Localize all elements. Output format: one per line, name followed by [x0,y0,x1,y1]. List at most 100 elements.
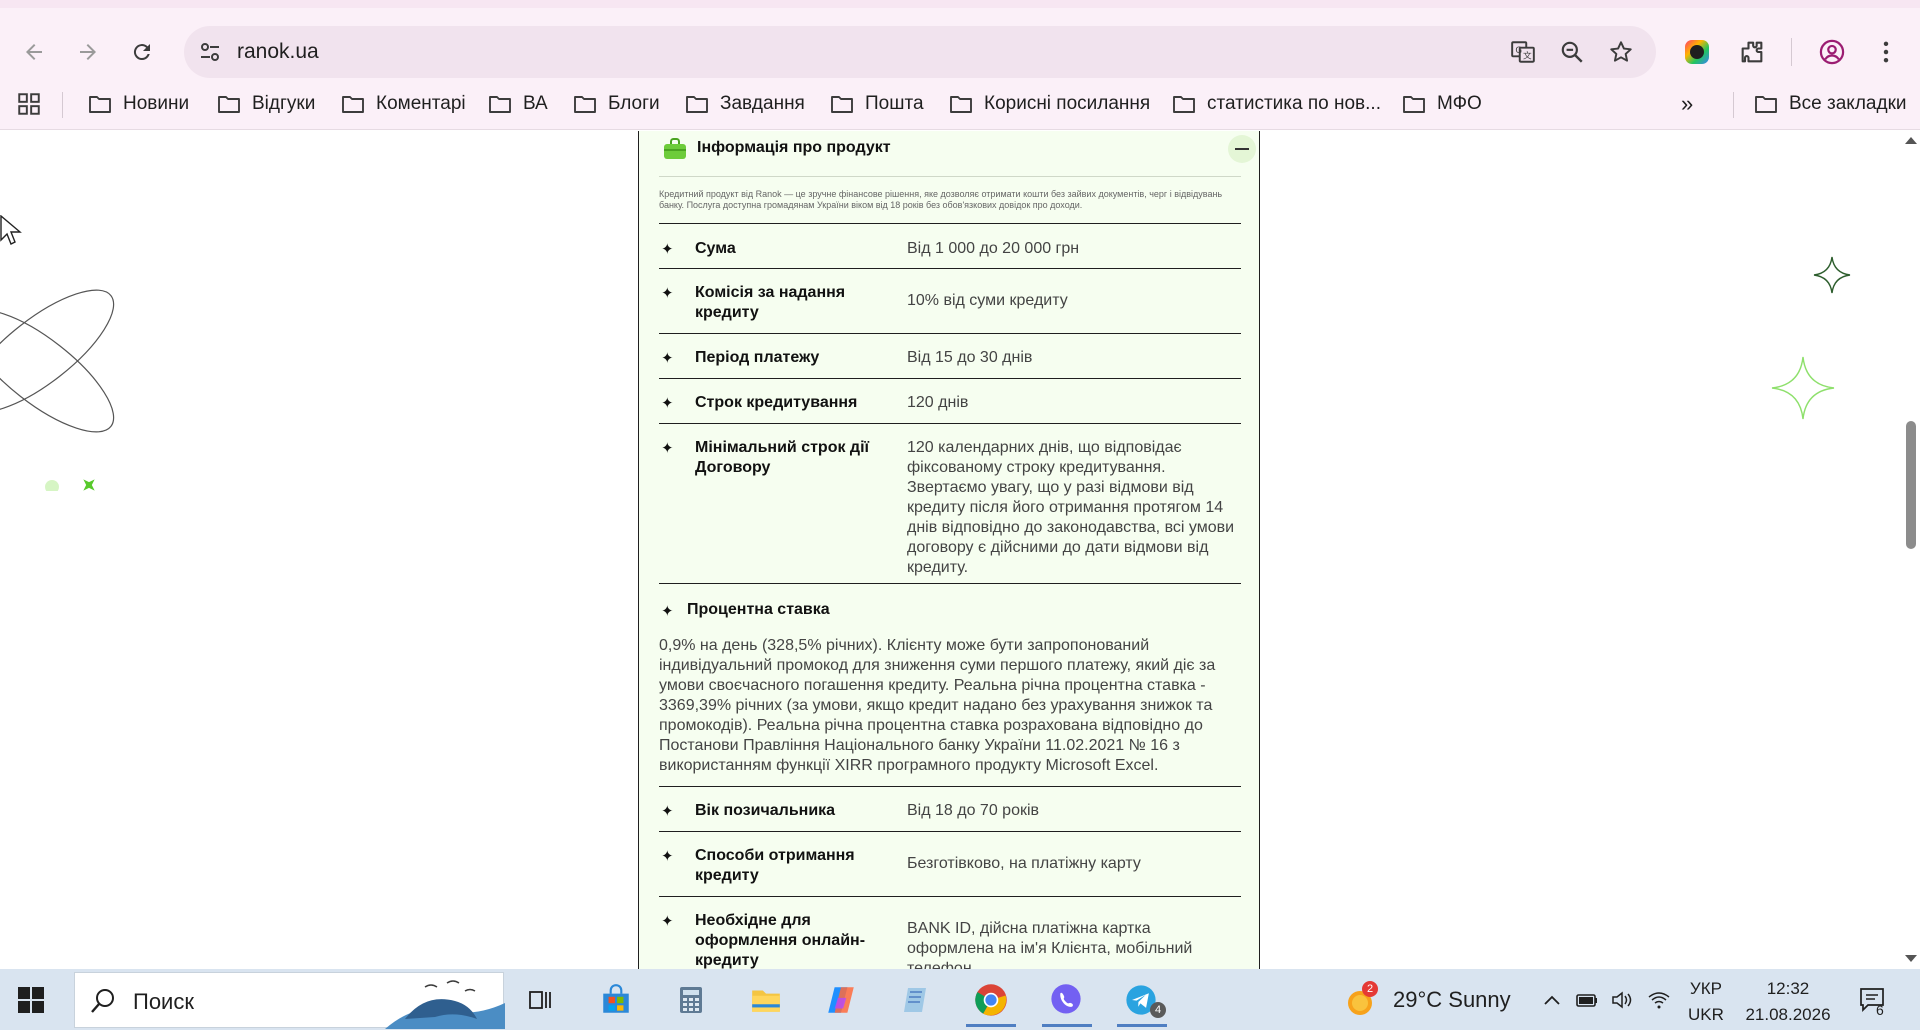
volume-icon[interactable] [1610,989,1634,1011]
bookmark-label: Коментарі [376,93,466,114]
bookmark-label: Пошта [865,93,924,114]
folder-icon [686,96,708,113]
bookmark-folder[interactable]: Блоги [573,88,660,120]
bookmark-folder[interactable]: Завдання [685,88,805,120]
puzzle-icon [1741,41,1763,63]
page-scrollbar[interactable] [1902,131,1920,969]
term-value: Від 1 000 до 20 000 грн [907,240,1080,257]
folder-icon [950,96,972,113]
extension-colorful-button[interactable] [1681,36,1713,68]
bookmark-folder[interactable]: Новини [88,88,189,120]
copilot-icon [828,987,854,1013]
term-value: Від 15 до 30 днів [907,349,1033,366]
bullet-icon: ✦ [661,440,674,457]
term-value: Безготівково, на платіжну карту [907,855,1141,872]
bookmark-label: Корисні посилання [984,93,1151,114]
zoom-button[interactable] [1558,38,1586,66]
term-name: Вік позичальника [695,802,836,819]
url-text[interactable]: ranok.ua [237,40,319,64]
term-row: ✦ Комісія за надання кредиту 10% від суми … [659,269,1241,334]
weather-text[interactable]: 29°C Sunny [1393,987,1511,1013]
taskbar-copilot[interactable] [817,977,865,1023]
color-picker-extension-icon [1685,40,1709,64]
term-row: ✦ Сума Від 1 000 до 20 000 грн [659,224,1241,269]
clock-date: 21.08.2026 [1745,1005,1831,1024]
bookmarks-overflow-button[interactable]: » [1681,88,1693,120]
bookmark-folder[interactable]: МФО [1402,88,1482,120]
system-clock[interactable]: 12:32 21.08.2026 [1740,976,1836,1028]
viber-icon [1051,984,1081,1014]
reload-button[interactable] [124,34,160,70]
scroll-up-arrow-icon[interactable] [1905,137,1917,144]
taskbar-notepad[interactable] [892,977,940,1023]
translate-icon: G 文 [1511,41,1535,63]
bookmark-label: ВА [523,93,548,114]
language-code: УКР [1689,979,1722,998]
bookmark-folder[interactable]: ВА [488,88,548,120]
all-bookmarks-label: Все закладки [1789,93,1907,114]
product-info-card: Інформація про продукт Кредитний продукт… [638,131,1260,969]
svg-text:G: G [1515,46,1522,56]
input-language[interactable]: УКР UKR [1688,976,1724,1028]
taskbar-viber[interactable] [1042,977,1090,1023]
microsoft-store-icon [603,984,629,1013]
weather-alert-badge: 2 [1362,981,1378,997]
bookmark-label: Новини [123,93,190,114]
extensions-button[interactable] [1736,36,1768,68]
kebab-menu-icon [1883,41,1889,63]
all-bookmarks-button[interactable]: Все закладки [1754,88,1907,120]
menu-button[interactable] [1870,36,1902,68]
scroll-down-arrow-icon[interactable] [1905,955,1917,962]
bookmark-folder[interactable]: статистика по нов... [1172,88,1381,120]
apps-button[interactable] [16,88,42,120]
green-sparkle-icon [83,479,95,491]
translate-button[interactable]: G 文 [1509,38,1537,66]
bullet-icon: ✦ [661,848,674,865]
bookmark-label: МФО [1437,93,1482,114]
term-value: 120 календарних днів, що відповідає фікс… [907,439,1235,576]
folder-icon [831,96,853,113]
bullet-icon: ✦ [661,241,674,258]
telegram-running-indicator [1117,1024,1167,1027]
arrow-right-icon [80,44,96,60]
bookmark-label: Відгуки [252,93,316,114]
battery-icon[interactable] [1575,989,1599,1011]
bookmark-folder[interactable]: Коментарі [341,88,466,120]
windows-start-icon[interactable] [18,987,44,1013]
task-view-button[interactable] [516,977,564,1023]
orbit-decoration [0,289,115,491]
bookmark-folder[interactable]: Корисні посилання [949,88,1150,120]
scrollbar-thumb[interactable] [1906,421,1916,549]
outline-sparkle-icon [1813,256,1851,294]
term-row: ✦ Способи отримання кредиту Безготівково, … [659,832,1241,897]
term-value: 10% від суми кредиту [907,292,1068,309]
term-name: Період платежу [695,349,820,366]
chevron-up-icon[interactable] [1540,989,1564,1011]
taskbar-store[interactable] [592,977,640,1023]
profile-button[interactable] [1816,36,1848,68]
taskbar-calculator[interactable] [667,977,715,1023]
site-settings-icon[interactable] [198,40,222,64]
product-info-header[interactable]: Інформація про продукт [659,131,1256,177]
taskbar-file-explorer[interactable] [742,977,790,1023]
folder-icon [218,96,240,113]
address-bar[interactable]: ranok.ua G 文 [184,26,1656,78]
taskbar-search[interactable]: Поиск [74,972,505,1029]
bookmark-folder[interactable]: Відгуки [217,88,315,120]
collapse-button[interactable] [1228,135,1256,163]
interest-rate-title: Процентна ставка [687,601,830,618]
taskbar-chrome[interactable] [967,977,1015,1023]
term-value: BANK ID, дійсна платіжна картка оформлен… [907,920,1193,969]
star-icon [1610,41,1632,62]
bookmarks-divider [62,92,63,118]
bookmark-folder[interactable]: Пошта [830,88,924,120]
term-row: ✦ Період платежу Від 15 до 30 днів [659,334,1241,379]
toolbar-divider [1791,38,1792,66]
svg-text:文: 文 [1523,50,1532,62]
forward-button[interactable] [70,34,106,70]
briefcase-icon [664,138,686,159]
bookmark-star-button[interactable] [1607,38,1635,66]
network-icon[interactable] [1647,989,1671,1011]
back-button[interactable] [16,34,52,70]
folder-icon [1173,96,1195,113]
